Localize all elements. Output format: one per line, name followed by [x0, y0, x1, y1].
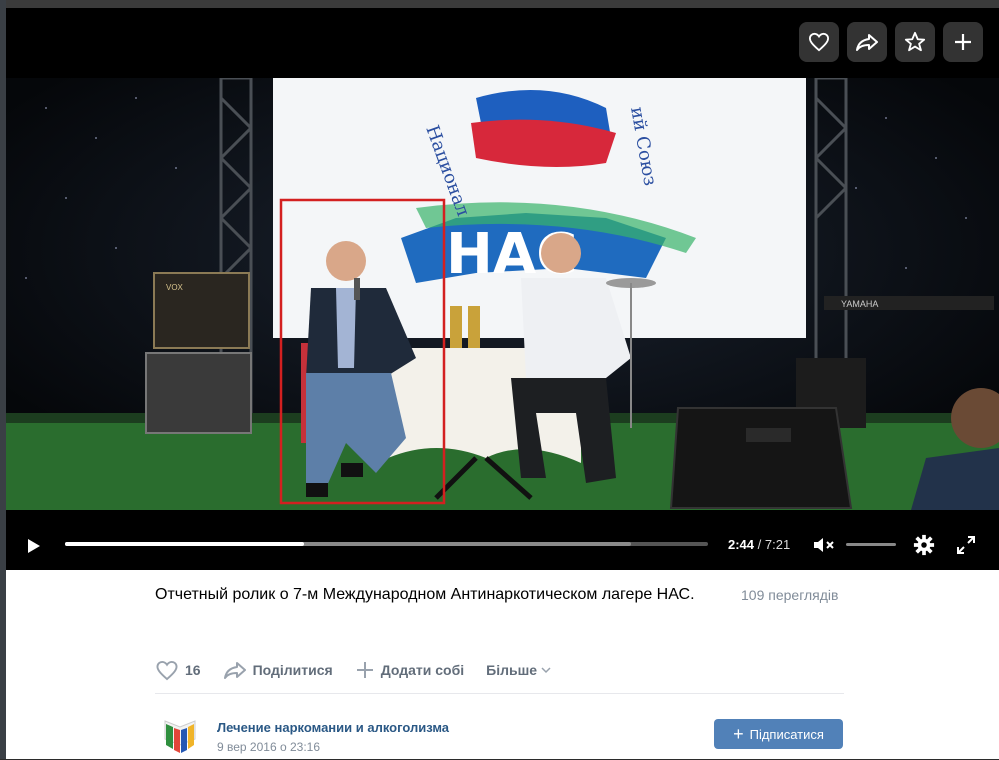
video-frame[interactable]: НАС Национал ий Союз VOX YAMAHA — [6, 78, 999, 510]
time-display: 2:44 / 7:21 — [728, 537, 790, 552]
play-button[interactable] — [22, 534, 46, 558]
star-icon — [904, 31, 926, 52]
channel-logo-icon — [164, 720, 196, 753]
mute-button[interactable] — [811, 534, 837, 556]
time-separator: / — [757, 537, 762, 552]
share-arrow-icon — [856, 34, 878, 51]
add-to-mine-button[interactable]: Додати собі — [355, 660, 464, 680]
fullscreen-button[interactable] — [955, 534, 977, 556]
video-actions: 16 Поділитися Додати собі Більше — [155, 658, 573, 682]
add-video-button[interactable] — [943, 22, 983, 62]
share-arrow-icon — [223, 662, 246, 679]
favorite-video-button[interactable] — [895, 22, 935, 62]
video-title: Отчетный ролик о 7-м Международном Антин… — [155, 586, 695, 603]
player-top-actions — [799, 22, 983, 62]
volume-muted-icon — [814, 538, 834, 552]
more-button[interactable]: Більше — [486, 662, 551, 678]
heart-icon — [156, 660, 178, 680]
player-controls — [6, 528, 999, 570]
plus-icon: + — [733, 724, 744, 744]
progress-played — [65, 542, 305, 546]
settings-button[interactable] — [912, 533, 936, 557]
share-video-button[interactable] — [847, 22, 887, 62]
plus-icon — [356, 662, 373, 678]
video-info-panel: Отчетный ролик о 7-м Международном Антин… — [6, 570, 999, 759]
share-button[interactable]: Поділитися — [223, 661, 333, 679]
heart-icon — [808, 32, 830, 52]
like-count: 16 — [185, 662, 201, 678]
channel-name-link[interactable]: Лечение наркомании и алкоголизма — [217, 720, 449, 735]
top-border — [0, 0, 999, 8]
share-label: Поділитися — [252, 662, 333, 678]
keyboard-brand: YAMAHA — [841, 299, 878, 309]
time-current: 2:44 — [728, 537, 755, 552]
subscribe-label: Підписатися — [749, 726, 824, 742]
subscribe-button[interactable]: + Підписатися — [714, 719, 843, 749]
plus-icon — [955, 34, 971, 50]
video-player[interactable]: НАС Национал ий Союз VOX YAMAHA 2:44 / 7… — [6, 8, 999, 570]
like-button[interactable]: 16 — [155, 660, 201, 681]
gear-icon — [913, 534, 935, 556]
publish-date: 9 вер 2016 о 23:16 — [217, 740, 320, 754]
view-count: 109 переглядів — [741, 587, 839, 603]
progress-bar[interactable] — [65, 542, 708, 546]
section-divider — [155, 693, 844, 694]
play-icon — [28, 539, 40, 553]
fullscreen-icon — [957, 536, 975, 554]
channel-avatar[interactable] — [163, 715, 197, 755]
chevron-down-icon — [541, 667, 551, 674]
time-total: 7:21 — [764, 537, 791, 552]
like-video-button[interactable] — [799, 22, 839, 62]
volume-slider[interactable] — [846, 543, 896, 546]
more-label: Більше — [486, 662, 538, 678]
amp-brand: VOX — [166, 283, 184, 292]
add-label: Додати собі — [380, 662, 465, 678]
